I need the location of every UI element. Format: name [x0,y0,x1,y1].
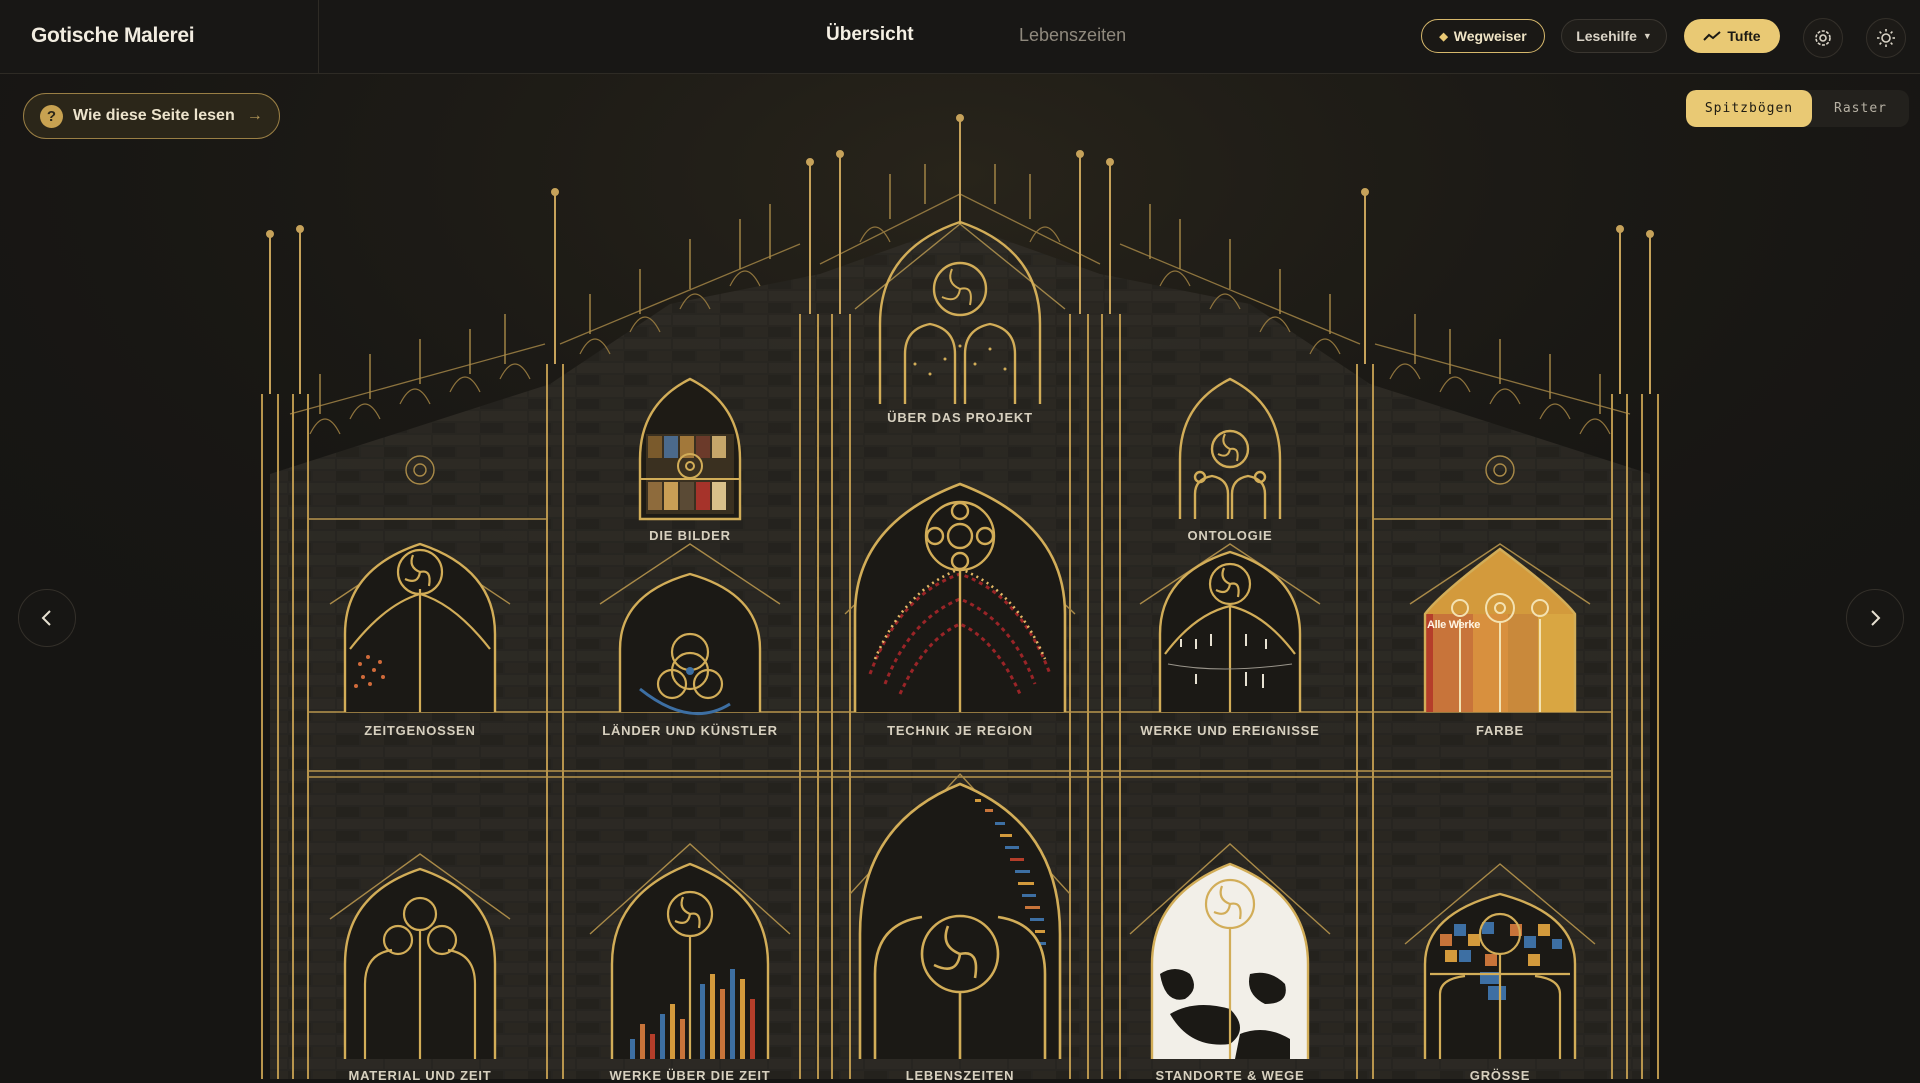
toggle-raster[interactable]: Raster [1812,90,1909,127]
previous-button[interactable] [18,589,76,647]
label-ontologie: ONTOLOGIE [1187,528,1273,543]
label-standorte-und-wege: STANDORTE & WEGE [1155,1068,1305,1083]
label-lebenszeiten: LEBENSZEITEN [905,1068,1015,1083]
question-icon: ? [40,104,63,128]
tab-uebersicht[interactable]: Übersicht [826,24,914,46]
settings-button[interactable] [1803,18,1843,58]
lesehilfe-dropdown[interactable]: Lesehilfe ▼ [1561,19,1667,53]
label-farbe: FARBE [1475,723,1525,738]
caret-down-icon: ▼ [1642,31,1652,41]
arrow-right-icon: → [246,107,263,124]
label-technik-je-region: TECHNIK JE REGION [887,723,1033,738]
tab-lebenszeiten[interactable]: Lebenszeiten [1019,25,1126,46]
cathedral-facade [0,74,1920,1079]
app-title[interactable]: Gotische Malerei [31,24,195,48]
theme-toggle-button[interactable] [1866,18,1906,58]
label-werke-ueber-die-zeit: WERKE ÜBER DIE ZEIT [609,1068,771,1083]
how-to-read-label: Wie diese Seite lesen [73,107,235,124]
diamond-icon: ◆ [1439,30,1448,43]
label-ueber-das-projekt: ÜBER DAS PROJEKT [887,410,1033,425]
brand: Gotische Malerei [0,0,319,73]
lesehilfe-label: Lesehilfe [1576,28,1637,44]
wegweiser-button[interactable]: ◆ Wegweiser [1421,19,1545,53]
sparkline-icon [1703,31,1722,41]
label-material-und-zeit: MATERIAL UND ZEIT [348,1068,492,1083]
next-button[interactable] [1846,589,1904,647]
chevron-right-icon [1871,610,1881,626]
toggle-spitzboegen[interactable]: Spitzbögen [1686,90,1812,127]
settings-icon [1815,30,1831,46]
label-werke-und-ereignisse: WERKE UND EREIGNISSE [1140,723,1320,738]
tufte-label: Tufte [1727,28,1761,44]
view-toggle: Spitzbögen Raster [1686,90,1909,127]
label-groesse: GRÖSSE [1469,1068,1531,1083]
label-laender-und-kuenstler: LÄNDER UND KÜNSTLER [602,723,778,738]
top-bar: Gotische Malerei Übersicht Lebenszeiten … [0,0,1920,74]
tufte-button[interactable]: Tufte [1684,19,1780,53]
label-zeitgenossen: ZEITGENOSSEN [364,723,476,738]
label-die-bilder: DIE BILDER [649,528,731,543]
how-to-read-button[interactable]: ? Wie diese Seite lesen → [23,93,280,139]
wegweiser-label: Wegweiser [1453,28,1527,44]
sun-icon [1877,29,1895,47]
farbe-inner-label: Alle Werke [1427,619,1481,631]
chevron-left-icon [41,610,51,626]
